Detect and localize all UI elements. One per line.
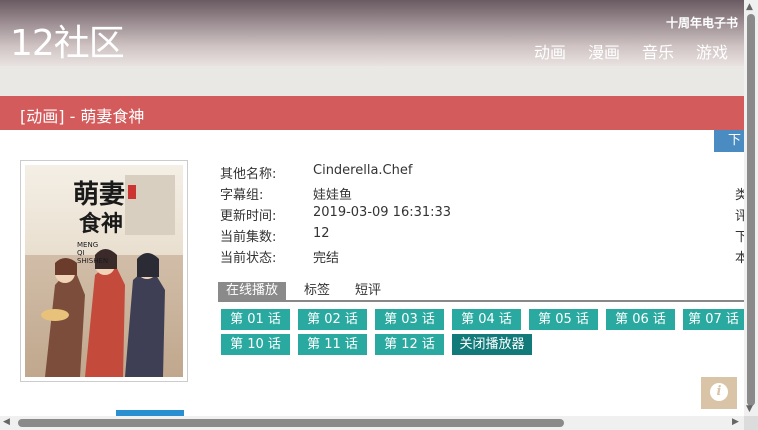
info-label: 其他名称:	[220, 167, 277, 182]
episode-button[interactable]: 第 03 话	[375, 309, 444, 330]
episode-button[interactable]: 第 05 话	[529, 309, 598, 330]
content-tabs: 在线播放 标签 短评	[218, 282, 744, 302]
scrollbar-corner	[744, 416, 758, 430]
download-button[interactable]: 下	[714, 130, 744, 152]
page-title: [动画] - 萌妻食神	[20, 107, 145, 126]
horizontal-scroll-thumb[interactable]	[18, 419, 564, 427]
info-value: 12	[313, 226, 330, 241]
episode-button[interactable]: 第 06 话	[606, 309, 675, 330]
svg-text:QI: QI	[77, 249, 85, 257]
svg-text:SHISHEN: SHISHEN	[77, 257, 108, 265]
scroll-up-icon[interactable]: ▲	[746, 2, 753, 12]
cover-illustration: 萌妻 食神 MENG QI SHISHEN	[25, 165, 183, 377]
episode-button[interactable]: 第 11 话	[298, 334, 367, 355]
svg-text:食神: 食神	[79, 211, 123, 237]
vertical-scrollbar[interactable]: ▲ ▼	[744, 0, 758, 416]
info-label: 当前状态:	[220, 251, 277, 266]
vertical-scroll-thumb[interactable]	[747, 14, 755, 406]
main-nav: 动画 漫画 音乐 游戏	[534, 39, 728, 63]
info-label: 字幕组:	[220, 188, 264, 203]
episode-button[interactable]: 第 07 话	[683, 309, 744, 330]
info-right-label: 评	[735, 209, 744, 224]
info-value: 完结	[313, 251, 340, 266]
info-float-button[interactable]: i	[701, 377, 737, 409]
tab-online-play[interactable]: 在线播放	[218, 282, 287, 300]
info-value: Cinderella.Chef	[313, 163, 413, 178]
nav-music[interactable]: 音乐	[642, 39, 674, 63]
scroll-left-icon[interactable]: ◀	[3, 417, 10, 427]
svg-text:萌妻: 萌妻	[73, 180, 125, 210]
horizontal-scrollbar[interactable]: ◀ ▶	[0, 416, 744, 430]
nav-anime[interactable]: 动画	[534, 39, 566, 63]
info-label: 当前集数:	[220, 230, 277, 245]
info-right-label: 本	[735, 251, 744, 266]
site-logo[interactable]: 12社区	[10, 14, 125, 66]
cover-image: 萌妻 食神 MENG QI SHISHEN	[20, 160, 188, 382]
header-spacer	[0, 66, 744, 96]
info-right-label: 类	[735, 188, 744, 203]
close-player-button[interactable]: 关闭播放器	[452, 334, 532, 355]
tab-short-reviews[interactable]: 短评	[347, 282, 389, 300]
title-bar: [动画] - 萌妻食神	[0, 96, 744, 130]
scroll-right-icon[interactable]: ▶	[732, 417, 739, 427]
info-value[interactable]: 娃娃鱼	[313, 184, 352, 203]
site-header: 12社区 十周年电子书 动画 漫画 音乐 游戏	[0, 0, 744, 66]
episode-button[interactable]: 第 12 话	[375, 334, 444, 355]
episode-button[interactable]: 第 01 话	[221, 309, 290, 330]
episode-button[interactable]: 第 04 话	[452, 309, 521, 330]
info-value: 2019-03-09 16:31:33	[313, 205, 452, 220]
tab-tags[interactable]: 标签	[296, 282, 338, 300]
anniversary-ebook-link[interactable]: 十周年电子书	[666, 14, 738, 31]
nav-games[interactable]: 游戏	[696, 39, 728, 63]
nav-manga[interactable]: 漫画	[588, 39, 620, 63]
cover-artwork: 萌妻 食神 MENG QI SHISHEN	[25, 165, 183, 377]
info-label: 更新时间:	[220, 209, 277, 224]
info-icon: i	[710, 383, 728, 401]
episode-button[interactable]: 第 02 话	[298, 309, 367, 330]
scroll-down-icon[interactable]: ▼	[746, 404, 753, 414]
svg-text:MENG: MENG	[77, 241, 98, 249]
episode-button[interactable]: 第 10 话	[221, 334, 290, 355]
info-right-label: 下	[735, 230, 744, 245]
